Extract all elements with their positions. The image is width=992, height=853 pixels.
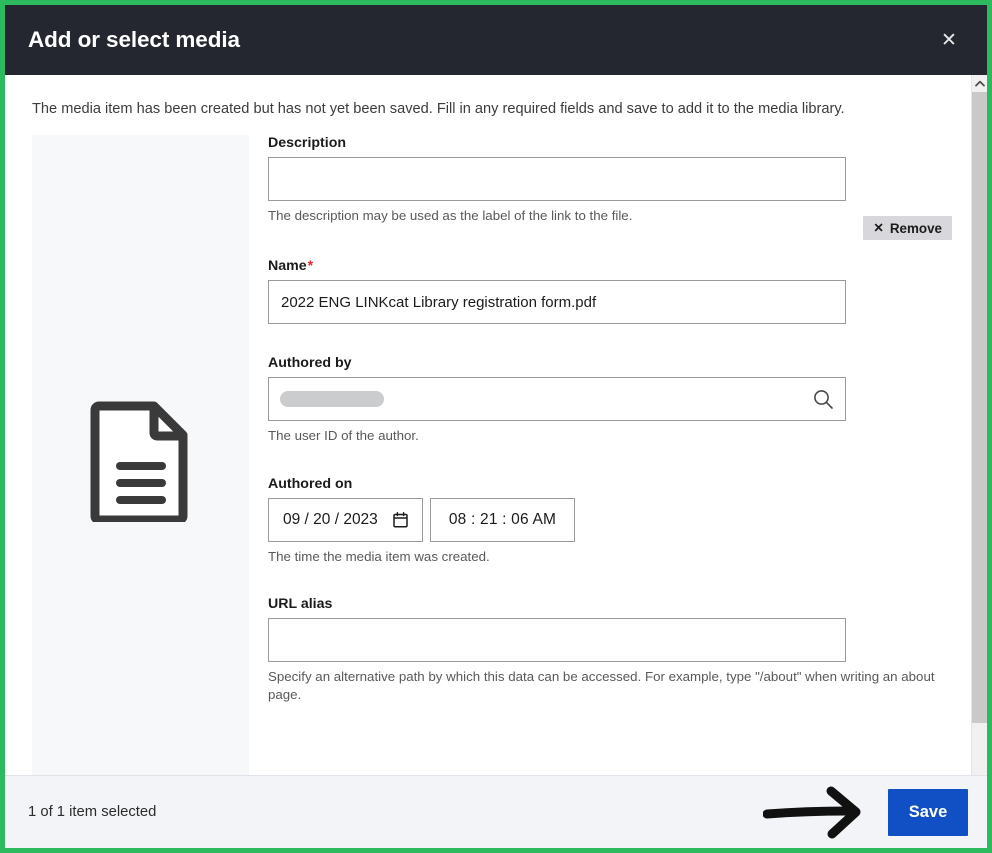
field-url-alias: URL alias Specify an alternative path by… [268,596,958,705]
media-form: ✕ Remove Description The description may… [268,135,958,705]
field-name: Name* [268,257,958,325]
dialog-body: The media item has been created but has … [5,75,971,789]
dialog-header: Add or select media ✕ [5,5,987,75]
authored-by-wrapper [268,377,846,422]
chevron-up-glyph [974,80,985,87]
name-input[interactable] [268,280,846,325]
time-input[interactable]: 08 : 21 : 06 AM [430,497,575,542]
footer-actions: Save [763,785,968,839]
authored-on-help: The time the media item was created. [268,548,490,564]
date-input[interactable]: 09 / 20 / 2023 [268,497,423,542]
authored-by-label: Authored by [268,355,352,372]
hand-drawn-arrow-annotation [763,786,861,839]
chevron-up-icon[interactable] [972,75,987,92]
document-file-icon [90,401,187,522]
authored-on-inputs: 09 / 20 / 2023 08 : 21 : 06 AM [268,497,958,542]
vertical-scrollbar[interactable] [971,75,987,789]
url-alias-input[interactable] [268,618,846,663]
name-label: Name* [268,257,958,274]
url-alias-label: URL alias [268,596,333,613]
name-label-text: Name [268,258,307,275]
search-icon[interactable] [812,388,834,410]
dialog-footer: 1 of 1 item selected Save [5,775,987,848]
field-authored-by: Authored by The user ID of the author. [268,355,958,445]
field-authored-on: Authored on 09 / 20 / 2023 08 : 21 : 06 … [268,476,958,566]
remove-button-label: Remove [889,220,942,236]
url-alias-help: Specify an alternative path by which thi… [268,669,935,703]
status-notice: The media item has been created but has … [32,101,845,117]
description-input[interactable] [268,157,846,201]
authored-by-help: The user ID of the author. [268,428,419,444]
dialog-title: Add or select media [28,27,240,52]
authored-on-label: Authored on [268,475,353,492]
calendar-icon[interactable] [393,511,408,528]
scrollbar-thumb[interactable] [972,92,987,723]
remove-button[interactable]: ✕ Remove [863,216,952,240]
close-icon[interactable]: ✕ [934,25,964,55]
time-value: 08 : 21 : 06 AM [448,510,557,528]
date-value: 09 / 20 / 2023 [283,510,378,528]
field-description: Description The description may be used … [268,135,958,225]
add-or-select-media-dialog: Add or select media ✕ The media item has… [0,0,992,853]
save-button[interactable]: Save [888,788,968,836]
description-help: The description may be used as the label… [268,208,633,223]
authored-by-input[interactable] [268,377,846,422]
close-x-icon: ✕ [873,220,884,235]
selection-status: 1 of 1 item selected [28,804,157,820]
media-preview-pane [32,135,249,786]
required-marker: * [307,257,314,274]
description-label: Description [268,135,347,151]
